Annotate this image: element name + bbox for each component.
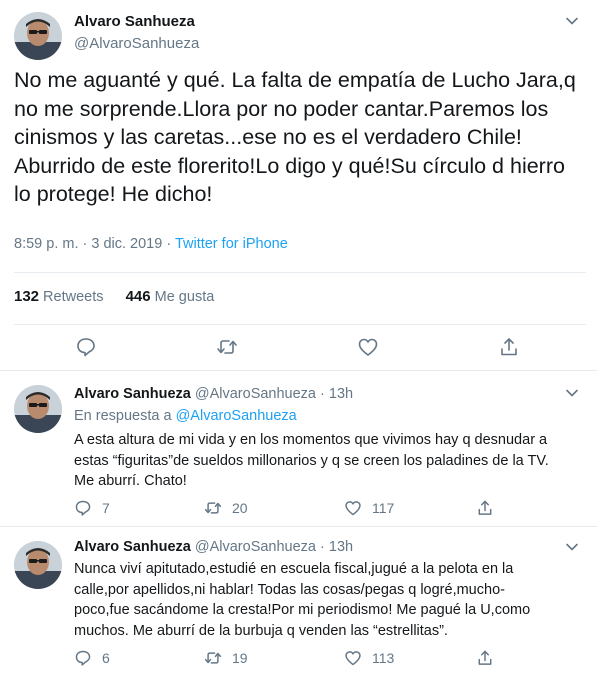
reply-button[interactable]: 7 xyxy=(74,498,110,518)
author-handle-time[interactable]: @AlvaroSanhueza · 13h xyxy=(191,386,353,402)
likes-stat[interactable]: 446 Me gusta xyxy=(125,288,215,305)
reply-icon xyxy=(75,500,91,516)
tweet-text: No me aguanté y qué. La falta de empatía… xyxy=(14,68,576,206)
like-button[interactable]: 117 xyxy=(344,498,394,518)
like-icon xyxy=(345,501,361,516)
in-reply-prefix: En respuesta a xyxy=(74,408,176,424)
retweet-count: 20 xyxy=(232,500,248,516)
retweet-button[interactable]: 20 xyxy=(204,498,248,518)
retweets-count: 132 xyxy=(14,288,40,305)
tweet-timestamp[interactable]: 8:59 p. m. · 3 dic. 2019 · xyxy=(14,236,175,252)
retweet-button[interactable]: 19 xyxy=(204,648,248,668)
author-handle[interactable]: @AlvaroSanhueza xyxy=(74,35,199,52)
reply-text: A esta altura de mi vida y en los moment… xyxy=(74,432,549,489)
share-button[interactable] xyxy=(476,648,504,668)
reply-header: Alvaro Sanhueza @AlvaroSanhueza · 13h xyxy=(74,386,353,402)
share-icon xyxy=(478,500,492,515)
tweet-meta: 8:59 p. m. · 3 dic. 2019 · Twitter for i… xyxy=(14,236,288,252)
retweet-icon xyxy=(204,502,222,514)
divider xyxy=(14,324,586,325)
reply-count: 7 xyxy=(102,500,110,516)
like-icon xyxy=(345,651,361,666)
tweet-actions xyxy=(0,336,597,362)
like-button[interactable]: 113 xyxy=(344,648,394,668)
share-button[interactable] xyxy=(476,498,504,518)
reply-tweet[interactable]: Alvaro Sanhueza @AlvaroSanhueza · 13h Nu… xyxy=(0,527,597,677)
retweets-stat[interactable]: 132 Retweets xyxy=(14,288,104,305)
in-reply-handle[interactable]: @AlvaroSanhueza xyxy=(176,408,297,424)
divider xyxy=(14,272,586,273)
reply-text: Nunca viví apitutado,estudié en escuela … xyxy=(74,561,531,639)
tweet-source[interactable]: Twitter for iPhone xyxy=(175,236,288,252)
like-count: 117 xyxy=(372,500,395,516)
author-name[interactable]: Alvaro Sanhueza xyxy=(74,539,191,555)
likes-label: Me gusta xyxy=(150,289,215,305)
like-count: 113 xyxy=(372,650,395,666)
author-name[interactable]: Alvaro Sanhueza xyxy=(74,386,191,402)
author-name[interactable]: Alvaro Sanhueza xyxy=(74,13,195,30)
tweet-stats: 132 Retweets 446 Me gusta xyxy=(14,288,214,305)
reply-count: 6 xyxy=(102,650,110,666)
share-icon xyxy=(478,650,492,665)
retweet-icon xyxy=(204,652,222,664)
share-icon[interactable] xyxy=(498,336,520,358)
avatar[interactable] xyxy=(14,12,62,60)
chevron-down-icon[interactable] xyxy=(565,540,579,554)
chevron-down-icon[interactable] xyxy=(565,386,579,400)
reply-actions: 6 19 113 xyxy=(74,648,584,668)
retweets-label: Retweets xyxy=(39,289,104,305)
reply-button[interactable]: 6 xyxy=(74,648,110,668)
like-icon[interactable] xyxy=(357,336,379,358)
main-tweet: Alvaro Sanhueza @AlvaroSanhueza No me ag… xyxy=(0,0,597,371)
avatar[interactable] xyxy=(14,541,62,589)
retweet-count: 19 xyxy=(232,650,248,666)
reply-icon[interactable] xyxy=(75,336,97,358)
chevron-down-icon[interactable] xyxy=(565,14,579,28)
reply-icon xyxy=(75,650,91,666)
reply-header: Alvaro Sanhueza @AlvaroSanhueza · 13h xyxy=(74,539,353,555)
likes-count: 446 xyxy=(125,288,151,305)
avatar[interactable] xyxy=(14,385,62,433)
reply-tweet[interactable]: Alvaro Sanhueza @AlvaroSanhueza · 13h En… xyxy=(0,371,597,527)
retweet-icon[interactable] xyxy=(216,336,238,358)
author-handle-time[interactable]: @AlvaroSanhueza · 13h xyxy=(191,539,353,555)
reply-actions: 7 20 117 xyxy=(74,498,584,518)
in-reply-to: En respuesta a @AlvaroSanhueza xyxy=(74,408,297,424)
